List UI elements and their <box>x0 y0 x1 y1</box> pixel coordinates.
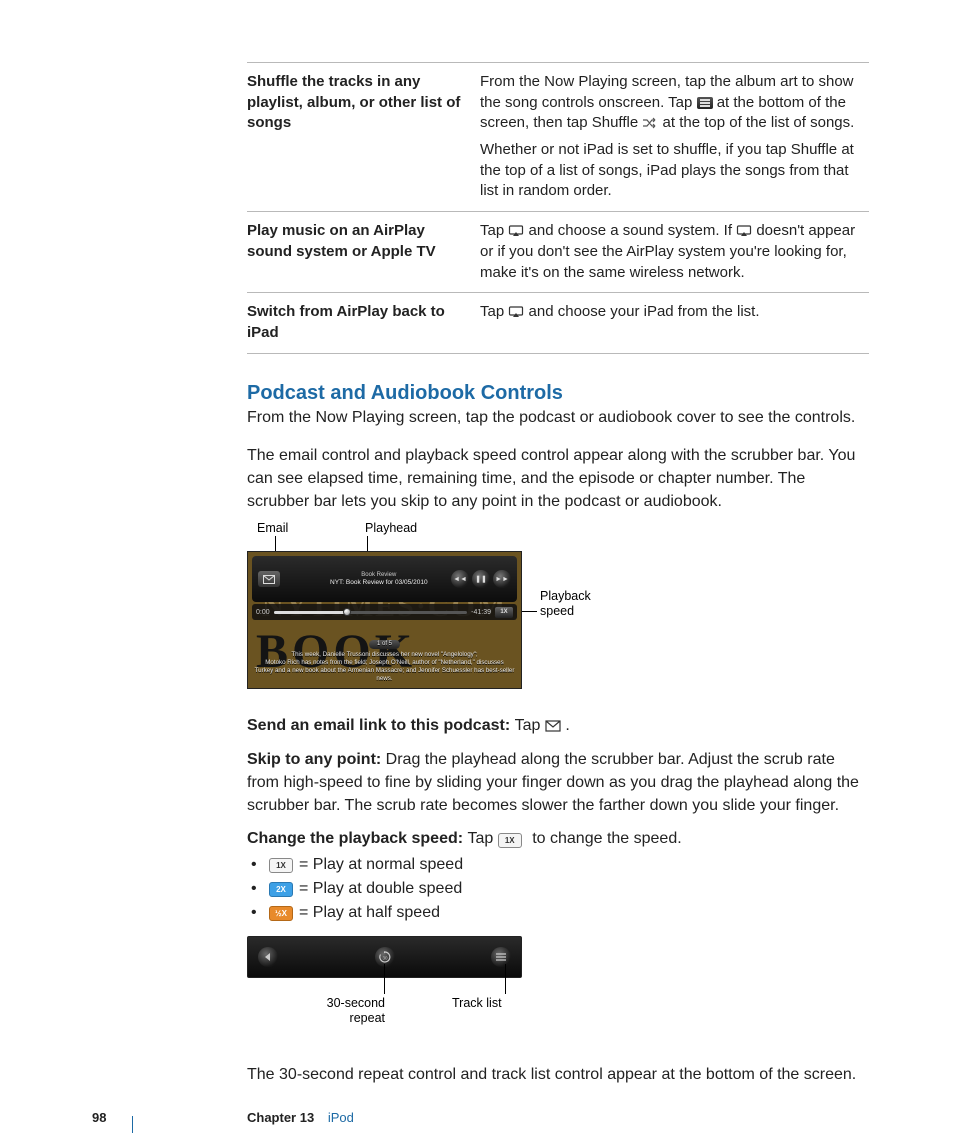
track-title: Book Review NYT: Book Review for 03/05/2… <box>330 572 428 587</box>
email-button[interactable] <box>258 571 280 587</box>
list-icon <box>697 97 713 109</box>
scrubber-bar[interactable] <box>274 611 468 614</box>
row-desc: Tap and choose your iPad from the list. <box>480 293 869 353</box>
callout-playback-speed: Playback speed <box>540 589 591 619</box>
mail-icon <box>545 720 561 732</box>
bottom-paragraph: The 30-second repeat control and track l… <box>247 1064 869 1087</box>
scrubber-row: 0:00 -41:39 1X <box>252 604 517 620</box>
prev-button[interactable]: ◄◄ <box>451 570 469 588</box>
podcast-controls-figure: Email Playhead Playback speed NYTIMES·CO… <box>247 521 597 696</box>
speed-list: 1X = Play at normal speed 2X = Play at d… <box>247 856 869 922</box>
podcast-player: NYTIMES·COM BOOK Book Review NYT: Book R… <box>247 551 522 689</box>
airplay-icon <box>508 306 524 318</box>
callout-email: Email <box>257 521 288 536</box>
pause-button[interactable]: ❚❚ <box>472 570 490 588</box>
row-desc: From the Now Playing screen, tap the alb… <box>480 63 869 212</box>
table-row: Play music on an AirPlay sound system or… <box>247 212 869 293</box>
svg-text:30: 30 <box>382 956 388 961</box>
page-number: 98 <box>92 1110 106 1125</box>
description-paragraph: The email control and playback speed con… <box>247 445 869 513</box>
instruction-speed: Change the playback speed: Tap 1X to cha… <box>247 827 869 850</box>
callout-30s-repeat: 30-second repeat <box>313 996 385 1026</box>
playhead[interactable] <box>343 608 351 616</box>
remaining-time: -41:39 <box>471 609 491 616</box>
table-row: Switch from AirPlay back to iPad Tap and… <box>247 293 869 353</box>
speed-2x-icon: 2X <box>269 882 293 897</box>
section-heading: Podcast and Audiobook Controls <box>247 382 869 405</box>
callout-track-list: Track list <box>452 996 502 1011</box>
next-button[interactable]: ►► <box>493 570 511 588</box>
list-item: ½X = Play at half speed <box>247 904 869 922</box>
row-label: Shuffle the tracks in any playlist, albu… <box>247 63 480 212</box>
instruction-email: Send an email link to this podcast: Tap … <box>247 714 869 737</box>
controls-table: Shuffle the tracks in any playlist, albu… <box>247 62 869 354</box>
elapsed-time: 0:00 <box>256 609 270 616</box>
track-list-button[interactable] <box>491 947 511 967</box>
callout-playhead: Playhead <box>365 521 417 536</box>
back-button[interactable] <box>258 947 278 967</box>
list-item: 1X = Play at normal speed <box>247 856 869 874</box>
row-label: Switch from AirPlay back to iPad <box>247 293 480 353</box>
playback-speed-button[interactable]: 1X <box>495 607 513 618</box>
speed-1x-icon: 1X <box>269 858 293 873</box>
row-desc: Tap and choose a sound system. If doesn'… <box>480 212 869 293</box>
intro-paragraph: From the Now Playing screen, tap the pod… <box>247 407 869 430</box>
row-label: Play music on an AirPlay sound system or… <box>247 212 480 293</box>
airplay-icon <box>736 225 752 237</box>
chapter-label: Chapter 13 <box>247 1110 314 1125</box>
list-item: 2X = Play at double speed <box>247 880 869 898</box>
episode-caption: 1 of 5 This week, Danielle Trussoni disc… <box>252 640 517 683</box>
episode-index: 1 of 5 <box>369 640 400 650</box>
airplay-icon <box>508 225 524 237</box>
shuffle-icon <box>642 117 658 129</box>
instruction-skip: Skip to any point: Drag the playhead alo… <box>247 748 869 818</box>
table-row: Shuffle the tracks in any playlist, albu… <box>247 63 869 212</box>
speed-halfx-icon: ½X <box>269 906 293 921</box>
player-topbar: Book Review NYT: Book Review for 03/05/2… <box>252 556 517 602</box>
bottom-controls-figure: 30 30-second repeat Track list <box>247 936 537 1046</box>
speed-1x-icon: 1X <box>498 833 522 848</box>
chapter-name: iPod <box>328 1110 354 1125</box>
